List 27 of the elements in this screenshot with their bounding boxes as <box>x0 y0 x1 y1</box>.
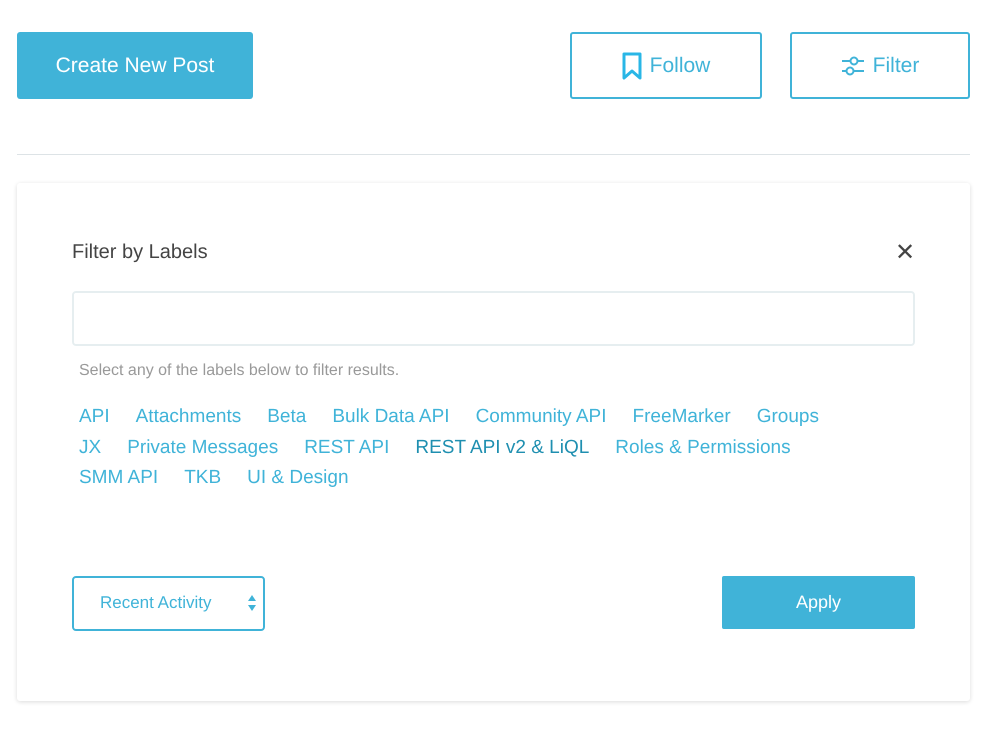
bookmark-icon <box>622 52 642 80</box>
apply-button[interactable]: Apply <box>722 576 915 628</box>
label-link[interactable]: Beta <box>267 402 306 432</box>
label-link[interactable]: Attachments <box>136 402 242 432</box>
label-link[interactable]: API <box>79 402 110 432</box>
filter-button[interactable]: Filter <box>790 32 970 99</box>
sort-arrows-icon <box>247 594 257 612</box>
sliders-icon <box>840 54 865 76</box>
label-link[interactable]: Private Messages <box>127 432 278 463</box>
label-link[interactable]: REST API <box>304 432 390 463</box>
label-link[interactable]: REST API v2 & LiQL <box>415 432 590 463</box>
label-link[interactable]: Bulk Data API <box>332 402 450 432</box>
follow-button[interactable]: Follow <box>570 32 762 99</box>
label-link[interactable]: TKB <box>184 463 222 494</box>
close-button[interactable]: ✕ <box>887 238 915 266</box>
label-link[interactable]: Groups <box>756 402 819 432</box>
label-link[interactable]: Community API <box>476 402 606 432</box>
label-link[interactable]: UI & Design <box>247 463 349 494</box>
label-search-field[interactable] <box>72 291 915 346</box>
sort-select[interactable]: Recent Activity <box>72 576 265 630</box>
create-post-button[interactable]: Create New Post <box>17 32 253 99</box>
label-link[interactable]: Roles & Permissions <box>615 432 791 463</box>
hint-text: Select any of the labels below to filter results. <box>79 362 400 380</box>
label-link[interactable]: SMM API <box>79 463 158 494</box>
label-link[interactable]: JX <box>79 432 102 463</box>
panel-title: Filter by Labels <box>72 240 208 264</box>
label-link[interactable]: FreeMarker <box>632 402 731 432</box>
